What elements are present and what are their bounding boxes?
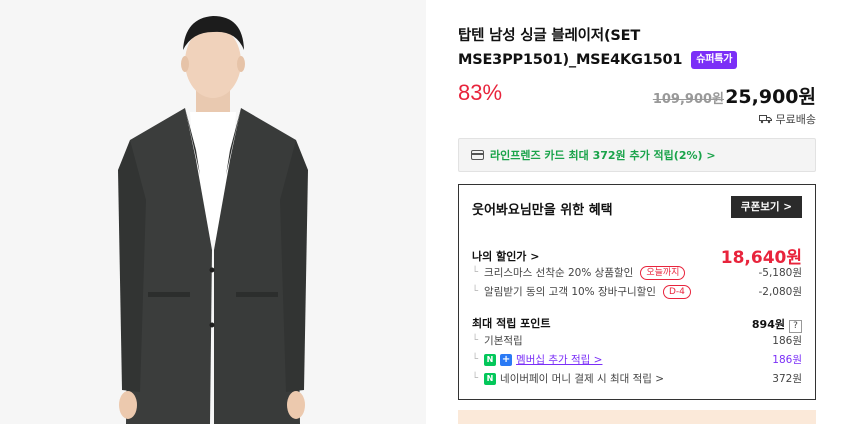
points-value: 894원 [751,318,785,331]
my-discount-label: 나의 할인가 > [472,249,540,263]
discount-rate: 83% [458,80,503,105]
credit-card-icon [471,150,484,160]
promo-strip[interactable] [458,410,816,424]
naverpay-link[interactable]: 네이버페이 머니 결제 시 최대 적립 > [500,371,664,386]
tree-branch-icon: └ [472,354,479,365]
original-price: 109,900원 [652,92,724,107]
card-promo-banner[interactable]: 라인프렌즈 카드 최대 372원 추가 적립(2%) > [458,138,816,172]
tree-branch-icon: └ [472,335,479,346]
tree-branch-icon: └ [472,267,479,278]
sale-price: 25,900원 [725,86,816,108]
naver-icon: N [484,353,497,366]
point-item-row: └ 기본적립 186원 [472,333,802,348]
plus-icon: + [500,353,513,366]
points-label: 최대 적립 포인트 [472,317,551,330]
product-title: 탑텐 남성 싱글 블레이저(SET MSE3PP1501)_MSE4KG1501… [458,24,816,72]
discount-item-label: 크리스마스 선착순 20% 상품할인 [484,267,634,279]
points-row: 최대 적립 포인트 894원? [472,313,802,333]
help-icon[interactable]: ? [789,320,802,333]
model-illustration [0,0,426,424]
card-promo-text: 라인프렌즈 카드 최대 372원 추가 적립(2%) > [490,149,716,162]
deadline-tag: D-4 [662,284,691,299]
shipping-info: 무료배송 [758,111,816,127]
point-item-row[interactable]: └ N + 멤버십 추가 적립 > 186원 [472,352,802,367]
super-deal-badge: 슈퍼특가 [691,51,738,69]
product-title-text: 탑텐 남성 싱글 블레이저(SET MSE3PP1501)_MSE4KG1501 [458,28,683,68]
product-info: 탑텐 남성 싱글 블레이저(SET MSE3PP1501)_MSE4KG1501… [458,0,816,424]
point-item-label: 기본적립 [484,335,523,347]
truck-icon [758,115,772,124]
deadline-tag: 오늘까지 [640,265,686,280]
point-item-row[interactable]: └ N 네이버페이 머니 결제 시 최대 적립 > 372원 [472,371,802,386]
tree-branch-icon: └ [472,373,479,384]
member-benefit-box: 웃어봐요님만을 위한 혜택 쿠폰보기 > 나의 할인가 > 18,640원 └ 크… [458,184,816,400]
point-item-value: 372원 [772,373,802,385]
shipping-text: 무료배송 [775,113,816,126]
tree-branch-icon: └ [472,286,479,297]
naverpay-icon: N [484,372,497,385]
benefit-title: 웃어봐요님만을 위한 혜택 [472,203,613,218]
membership-link[interactable]: 멤버십 추가 적립 > [516,352,602,367]
view-coupons-button[interactable]: 쿠폰보기 > [730,196,802,218]
point-item-value: 186원 [772,335,802,347]
point-item-value: 186원 [772,354,802,366]
discount-item-value: -2,080원 [758,286,802,298]
discount-item-row: └ 알림받기 동의 고객 10% 장바구니할인 D-4 -2,080원 [472,284,802,299]
product-image[interactable] [0,0,426,424]
discount-item-value: -5,180원 [758,267,802,279]
discount-item-label: 알림받기 동의 고객 10% 장바구니할인 [484,286,656,298]
discount-item-row: └ 크리스마스 선착순 20% 상품할인 오늘까지 -5,180원 [472,265,802,280]
